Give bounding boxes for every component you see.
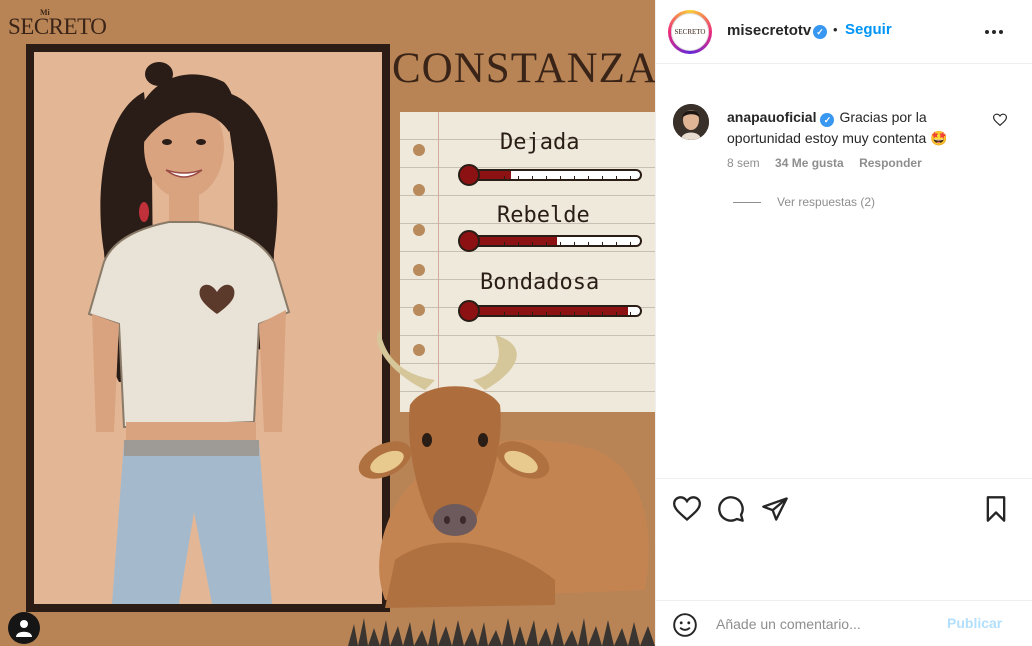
binder-hole xyxy=(413,144,425,156)
comment-input[interactable] xyxy=(716,613,936,635)
trait-label: Bondadosa xyxy=(480,270,600,295)
character-name-title: CONSTANZA xyxy=(392,45,655,92)
grass-decoration xyxy=(348,618,655,646)
trait-label: Rebelde xyxy=(497,203,590,228)
commenter-photo xyxy=(673,104,709,140)
add-comment-bar: Publicar xyxy=(656,600,1032,646)
binder-hole xyxy=(413,224,425,236)
publish-button[interactable]: Publicar xyxy=(947,615,1002,631)
account-username[interactable]: misecretotv xyxy=(727,22,811,39)
comment-time: 8 sem xyxy=(727,156,760,170)
share-icon[interactable] xyxy=(761,495,789,523)
verified-badge-icon: ✓ xyxy=(813,25,827,39)
binder-hole xyxy=(413,184,425,196)
comment-icon[interactable] xyxy=(717,495,745,523)
verified-badge-icon: ✓ xyxy=(820,113,835,127)
comments-panel: SECRETO misecretotv ✓ • Seguir anapauofi… xyxy=(655,0,1032,646)
heart-icon[interactable] xyxy=(673,495,701,523)
thermometer xyxy=(458,164,642,186)
like-comment-icon[interactable] xyxy=(993,113,1007,127)
comment-likes[interactable]: 34 Me gusta xyxy=(775,156,844,170)
binder-hole xyxy=(413,264,425,276)
comment-meta: 8 sem 34 Me gusta Responder xyxy=(727,156,934,170)
account-avatar-logo: SECRETO xyxy=(671,13,709,51)
separator-dot: • xyxy=(833,22,838,37)
post-header: SECRETO misecretotv ✓ • Seguir xyxy=(656,0,1032,64)
user-icon xyxy=(16,620,32,637)
emoji-icon[interactable] xyxy=(672,612,698,638)
view-replies-button[interactable]: Ver respuestas (2) xyxy=(733,195,875,209)
binder-hole xyxy=(413,304,425,316)
portrait-frame xyxy=(26,44,390,612)
thermometer xyxy=(458,300,642,322)
comment-body: anapauoficial ✓ Gracias por la oportunidad… xyxy=(727,107,992,149)
follow-button[interactable]: Seguir xyxy=(845,21,892,38)
logo-main-text: SECRETO xyxy=(8,14,107,39)
reply-button[interactable]: Responder xyxy=(859,156,922,170)
thermometer xyxy=(458,230,642,252)
user-tags-button[interactable] xyxy=(8,612,40,644)
account-avatar[interactable]: SECRETO xyxy=(668,10,712,54)
post-image: Mi SECRETO CONSTANZA Dejada Rebelde Bond… xyxy=(0,0,655,646)
more-options-icon[interactable] xyxy=(982,20,1006,44)
bull-illustration xyxy=(358,330,649,608)
comment-username[interactable]: anapauoficial xyxy=(727,109,816,125)
girl-illustration xyxy=(87,62,291,604)
trait-label: Dejada xyxy=(500,130,580,155)
commenter-avatar[interactable] xyxy=(673,104,709,140)
portrait-photo xyxy=(34,52,382,604)
bookmark-icon[interactable] xyxy=(982,495,1010,523)
action-bar xyxy=(656,478,1032,600)
